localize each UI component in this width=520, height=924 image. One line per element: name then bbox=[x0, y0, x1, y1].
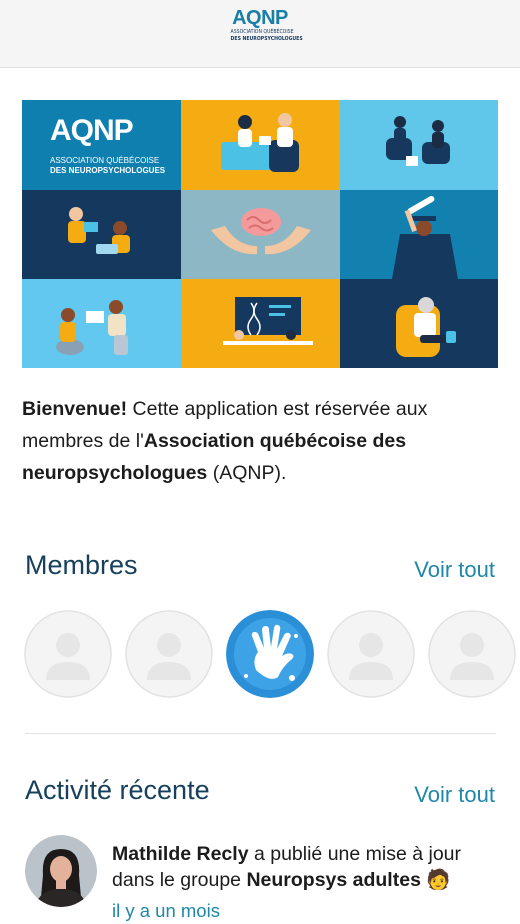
member-avatar[interactable] bbox=[327, 610, 415, 698]
handprint-avatar-icon bbox=[226, 610, 314, 698]
default-avatar-icon bbox=[125, 610, 213, 698]
members-title: Membres bbox=[25, 550, 138, 580]
hero-banner: AQNP ASSOCIATION QUÉBÉCOISE DES NEUROPSY… bbox=[22, 100, 498, 368]
activity-group-name[interactable]: Neuropsys adultes bbox=[246, 869, 420, 891]
hero-logo-subtitle-line2: DES NEUROPSYCHOLOGUES bbox=[50, 166, 166, 175]
user-photo-avatar-icon bbox=[25, 835, 97, 907]
default-avatar-icon bbox=[327, 610, 415, 698]
activity-item[interactable]: Mathilde Recly a publié une mise à jour … bbox=[25, 833, 495, 924]
hero-tile-elderly bbox=[340, 279, 498, 368]
welcome-bold-greeting: Bienvenue! bbox=[22, 398, 128, 420]
activity-text: Mathilde Recly a publié une mise à jour … bbox=[112, 841, 495, 893]
recent-activity-title: Activité récente bbox=[25, 775, 210, 805]
logo-subtitle-line1: ASSOCIATION QUÉBÉCOISE bbox=[230, 29, 294, 35]
welcome-message: Bienvenue! Cette application est réservé… bbox=[22, 393, 498, 489]
activity-timestamp[interactable]: il y a un mois bbox=[112, 900, 220, 922]
default-avatar-icon bbox=[428, 610, 516, 698]
members-avatar-row bbox=[24, 610, 516, 698]
activity-see-all-link[interactable]: Voir tout bbox=[414, 782, 495, 808]
default-avatar-icon bbox=[24, 610, 112, 698]
therapy-illustration bbox=[386, 116, 450, 166]
logo-wordmark: AQNP bbox=[232, 7, 288, 29]
member-avatar[interactable] bbox=[125, 610, 213, 698]
hero-tile-logo: AQNP ASSOCIATION QUÉBÉCOISE DES NEUROPSY… bbox=[22, 100, 181, 190]
member-avatar[interactable] bbox=[24, 610, 112, 698]
member-avatar[interactable] bbox=[428, 610, 516, 698]
member-avatar[interactable] bbox=[226, 610, 314, 698]
members-see-all-link[interactable]: Voir tout bbox=[414, 557, 495, 583]
hero-tile-therapy bbox=[340, 100, 498, 190]
brain-hands-illustration bbox=[211, 208, 311, 255]
hero-tile-research bbox=[181, 279, 340, 368]
testing-illustration bbox=[68, 207, 130, 254]
research-illustration bbox=[223, 297, 313, 345]
user-avatar[interactable] bbox=[25, 835, 97, 907]
hero-tile-consultation bbox=[181, 100, 340, 190]
hero-logo-wordmark: AQNP bbox=[50, 114, 134, 147]
hero-tile-graduation bbox=[340, 190, 498, 279]
aqnp-logo[interactable]: AQNP ASSOCIATION QUÉBÉCOISE DES NEUROPSY… bbox=[228, 7, 303, 43]
welcome-text-part2: (AQNP). bbox=[207, 462, 287, 484]
section-divider bbox=[25, 733, 496, 734]
hero-tile-testing bbox=[22, 190, 181, 279]
hero-tile-discussion bbox=[22, 279, 181, 368]
hero-tile-brain bbox=[181, 190, 340, 279]
group-emoji-icon: 🧑 bbox=[426, 869, 451, 891]
discussion-illustration bbox=[56, 300, 128, 355]
logo-subtitle-line2: DES NEUROPSYCHOLOGUES bbox=[230, 36, 303, 42]
consultation-illustration bbox=[221, 113, 299, 172]
app-header: AQNP ASSOCIATION QUÉBÉCOISE DES NEUROPSY… bbox=[0, 0, 520, 68]
hero-logo-subtitle-line1: ASSOCIATION QUÉBÉCOISE bbox=[50, 156, 160, 165]
graduation-illustration bbox=[392, 196, 458, 279]
activity-user-name[interactable]: Mathilde Recly bbox=[112, 843, 249, 865]
elderly-illustration bbox=[396, 297, 456, 357]
